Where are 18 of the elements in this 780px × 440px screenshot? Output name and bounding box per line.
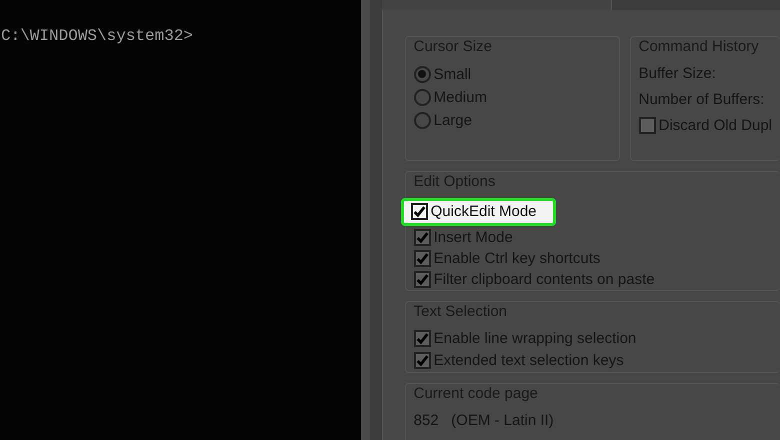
checkmark-icon [416, 354, 429, 367]
checkmark-icon [416, 272, 429, 286]
radio-button[interactable] [414, 88, 431, 106]
checkbox[interactable] [410, 203, 428, 220]
checkbox[interactable] [414, 228, 431, 246]
checkbox[interactable] [414, 352, 431, 369]
checkbox[interactable] [638, 117, 656, 134]
console-prompt: C:\WINDOWS\system32> [1, 26, 194, 47]
checkbox[interactable] [414, 270, 431, 288]
radio-button[interactable] [414, 66, 431, 82]
checkmark-icon [416, 252, 429, 264]
checkbox[interactable] [414, 250, 431, 266]
checkmark-icon [416, 332, 429, 345]
checkbox-label: QuickEdit Mode [430, 202, 537, 222]
checkmark-icon [412, 205, 426, 218]
checkbox[interactable] [414, 330, 431, 347]
checkmark-icon [416, 230, 429, 244]
radio-button[interactable] [414, 112, 431, 128]
